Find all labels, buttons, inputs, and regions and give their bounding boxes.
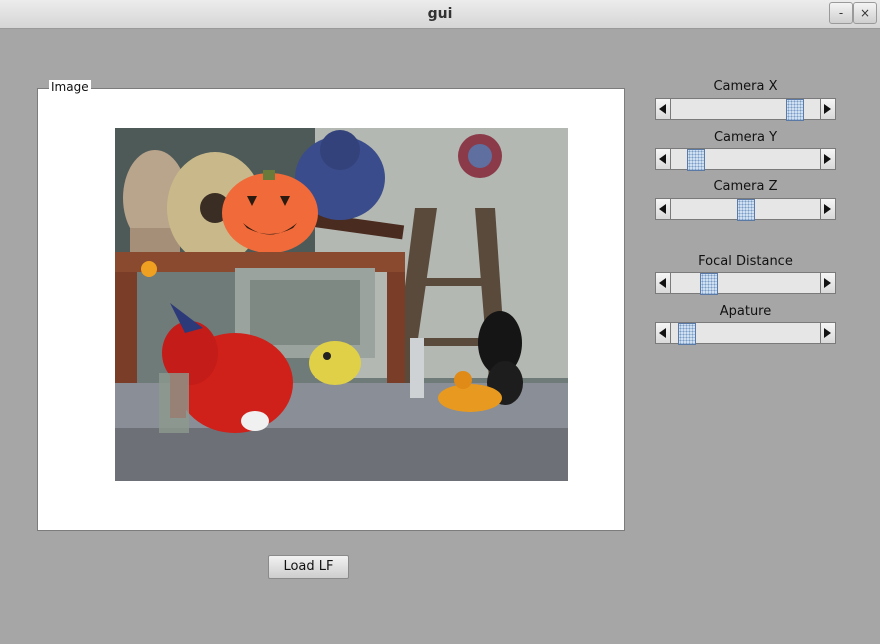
slider-track[interactable] [671,148,820,171]
slider-thumb[interactable] [686,149,705,171]
focal-distance-label: Focal Distance [698,254,793,269]
slider-thumb[interactable] [699,273,718,295]
light-field-image [115,128,568,481]
camera-z-label: Camera Z [713,179,778,194]
arrow-left-icon[interactable] [655,198,671,220]
camera-x-slider[interactable] [655,98,836,121]
apature-slider[interactable] [655,322,836,345]
arrow-right-icon[interactable] [820,98,836,120]
slider-thumb[interactable] [736,199,755,221]
apature-label: Apature [719,304,772,319]
minimize-button[interactable]: - [829,2,853,24]
window-title: gui [427,6,453,22]
arrow-right-icon[interactable] [820,198,836,220]
slider-thumb[interactable] [677,323,696,345]
arrow-left-icon[interactable] [655,98,671,120]
focal-distance-slider[interactable] [655,272,836,295]
arrow-left-icon[interactable] [655,322,671,344]
camera-y-label: Camera Y [713,130,778,145]
camera-x-label: Camera X [713,79,778,94]
arrow-left-icon[interactable] [655,272,671,294]
title-bar: gui - × [0,0,880,29]
slider-track[interactable] [671,198,820,221]
arrow-right-icon[interactable] [820,322,836,344]
slider-track[interactable] [671,322,820,345]
camera-y-slider[interactable] [655,148,836,171]
slider-track[interactable] [671,272,820,295]
camera-z-slider[interactable] [655,198,836,221]
close-button[interactable]: × [853,2,877,24]
arrow-right-icon[interactable] [820,272,836,294]
image-panel-label: Image [49,80,91,94]
arrow-right-icon[interactable] [820,148,836,170]
slider-thumb[interactable] [786,99,805,121]
load-lf-button[interactable]: Load LF [268,555,349,579]
arrow-left-icon[interactable] [655,148,671,170]
slider-track[interactable] [671,98,820,121]
